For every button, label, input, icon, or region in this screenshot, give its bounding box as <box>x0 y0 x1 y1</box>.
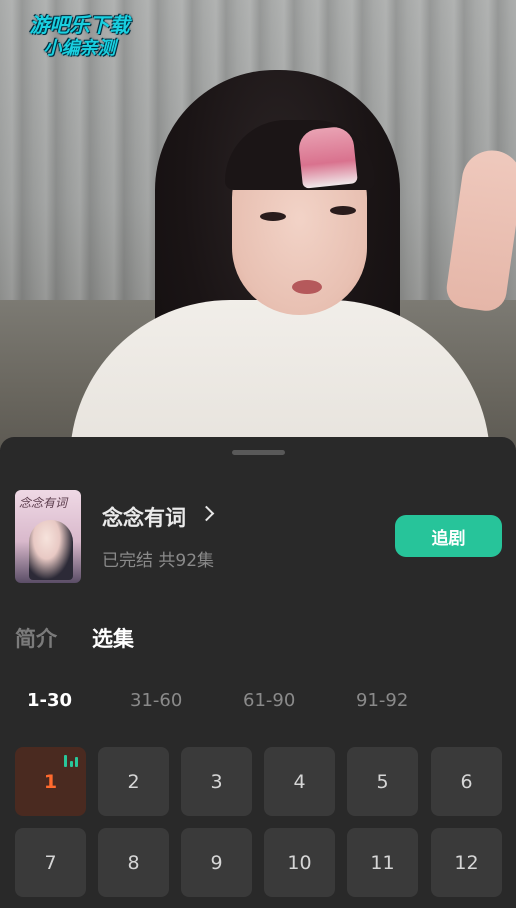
show-title[interactable]: 念念有词 <box>102 502 186 532</box>
episode-cell[interactable]: 12 <box>431 828 502 897</box>
episode-cell[interactable]: 7 <box>15 828 86 897</box>
show-poster[interactable]: 念念有词 <box>15 490 81 583</box>
episode-cell[interactable]: 10 <box>264 828 335 897</box>
episode-number: 8 <box>127 851 140 874</box>
episode-cell[interactable]: 3 <box>181 747 252 816</box>
episode-cell[interactable]: 8 <box>98 828 169 897</box>
watermark-logo: 游吧乐下载 小编亲测 <box>12 12 147 64</box>
episode-cell[interactable]: 5 <box>347 747 418 816</box>
episode-cell[interactable]: 9 <box>181 828 252 897</box>
episode-number: 9 <box>210 851 223 874</box>
episode-cell[interactable]: 6 <box>431 747 502 816</box>
episode-number: 2 <box>127 770 140 793</box>
episode-number: 11 <box>370 851 395 874</box>
video-frame-hand <box>444 146 516 314</box>
episode-number: 6 <box>460 770 473 793</box>
video-frame-eye <box>330 206 356 215</box>
follow-button[interactable]: 追剧 <box>395 515 502 557</box>
video-frame-mouth <box>292 280 322 294</box>
episode-number: 1 <box>43 770 58 793</box>
episode-range-tabs: 1-30 31-60 61-90 91-92 <box>0 690 516 718</box>
episode-cell[interactable]: 4 <box>264 747 335 816</box>
episode-number: 5 <box>376 770 389 793</box>
episode-sheet: 念念有词 念念有词 已完结 共92集 追剧 简介 选集 1-30 31-60 6… <box>0 437 516 908</box>
episode-number: 4 <box>293 770 306 793</box>
video-player[interactable]: 游吧乐下载 小编亲测 <box>0 0 516 450</box>
watermark-line1: 游吧乐下载 <box>29 13 130 37</box>
tab-episodes[interactable]: 选集 <box>92 623 134 653</box>
now-playing-icon <box>64 755 78 767</box>
watermark-line2: 小编亲测 <box>43 38 116 59</box>
poster-people-art <box>29 520 73 580</box>
range-tab[interactable]: 31-60 <box>130 690 182 711</box>
video-frame-hair-highlight <box>297 125 358 189</box>
episode-number: 12 <box>454 851 479 874</box>
sheet-drag-handle[interactable] <box>232 450 285 455</box>
episode-cell[interactable]: 2 <box>98 747 169 816</box>
chevron-right-icon[interactable] <box>198 505 215 522</box>
episode-cell-current[interactable]: 1 <box>15 747 86 816</box>
range-tab[interactable]: 1-30 <box>27 690 72 711</box>
video-frame-eye <box>260 212 286 221</box>
episode-number: 7 <box>44 851 57 874</box>
tab-intro[interactable]: 简介 <box>15 623 57 653</box>
range-tab[interactable]: 91-92 <box>356 690 408 711</box>
show-status: 已完结 共92集 <box>102 551 215 571</box>
episode-number: 3 <box>210 770 223 793</box>
poster-title-art: 念念有词 <box>19 496 68 510</box>
range-tab[interactable]: 61-90 <box>243 690 295 711</box>
episode-cell[interactable]: 11 <box>347 828 418 897</box>
show-info-row: 念念有词 念念有词 已完结 共92集 追剧 <box>0 490 516 585</box>
episode-number: 10 <box>287 851 312 874</box>
